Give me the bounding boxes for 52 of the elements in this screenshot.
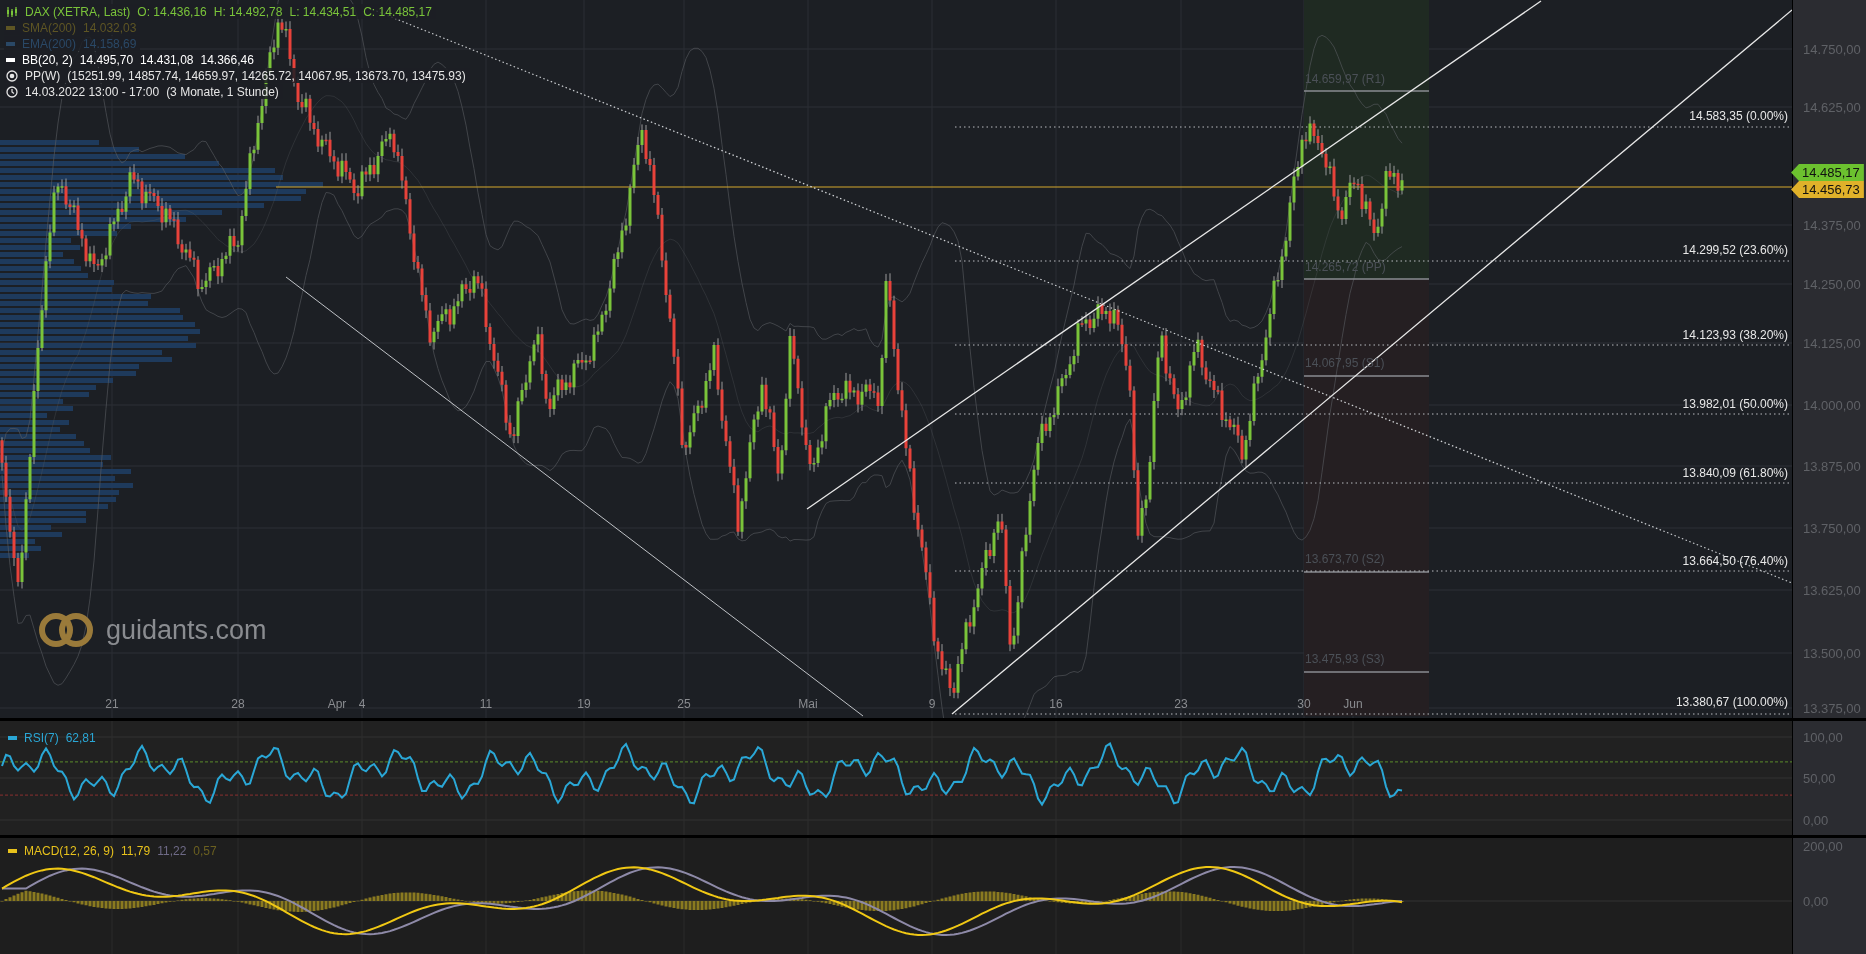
legend-value: 11,79	[121, 844, 151, 858]
legend-value: H: 14.492,78	[213, 4, 283, 19]
legend-value: 0,57	[193, 844, 217, 858]
clock-icon	[6, 85, 18, 98]
bar-chart-icon	[6, 5, 18, 18]
time-axis-label: Jun	[1343, 697, 1363, 711]
legend-swatch	[8, 849, 17, 853]
price-tag: 14.485,17	[1791, 164, 1864, 181]
time-axis-label: Mai	[798, 697, 818, 711]
time-axis-label: 21	[105, 697, 119, 711]
legend-value: L: 14.434,51	[289, 4, 357, 19]
time-axis-label: 23	[1174, 697, 1188, 711]
legend-name: EMA(200)	[22, 36, 77, 51]
legend-name: SMA(200)	[22, 20, 77, 35]
legend-name: BB(20, 2)	[22, 52, 73, 67]
legend-swatch	[8, 736, 17, 740]
legend-value: C: 14.485,17	[363, 4, 432, 19]
legend-name: PP(W)	[25, 68, 61, 83]
legend-value: 14.158,69	[83, 36, 137, 51]
price-tag: 14.456,73	[1791, 181, 1864, 198]
legend-name: DAX (XETRA, Last)	[25, 4, 131, 19]
legend-name: 14.03.2022 13:00 - 17:00	[25, 84, 160, 99]
fibonacci-level-label: 14.123,93 (38.20%)	[1682, 328, 1788, 342]
time-axis-label: 30	[1297, 697, 1311, 711]
time-axis-label: 19	[577, 697, 591, 711]
legend-value: (15251.99, 14857.74, 14659.97, 14265.72, 14067.95, 13673.70, 13475.93)	[67, 68, 466, 83]
logo-icon	[38, 612, 94, 648]
time-axis-label: 28	[231, 697, 245, 711]
fibonacci-level-label: 14.299,52 (23.60%)	[1682, 243, 1788, 257]
legend-name: RSI(7)	[24, 731, 59, 745]
time-axis-label: 16	[1049, 697, 1063, 711]
time-axis-label: 9	[928, 697, 936, 711]
legend-value: 14.431,08	[140, 52, 194, 67]
legend-value: 14.366,46	[200, 52, 254, 67]
fibonacci-level-label: 13.380,67 (100.00%)	[1675, 695, 1788, 709]
legend-value: 11,22	[157, 844, 187, 858]
legend-value: 62,81	[65, 731, 96, 745]
target-icon	[6, 69, 18, 82]
fibonacci-level-label: 14.583,35 (0.00%)	[1689, 109, 1788, 123]
logo-text: guidants.com	[106, 614, 267, 646]
fibonacci-level-label: 13.982,01 (50.00%)	[1682, 397, 1788, 411]
legend-name: MACD(12, 26, 9)	[24, 844, 115, 858]
time-axis-label: 25	[677, 697, 691, 711]
time-axis-label: 11	[479, 697, 493, 711]
legend-value: (3 Monate, 1 Stunde)	[166, 84, 279, 99]
legend-value: O: 14.436,16	[137, 4, 207, 19]
time-axis-label: Apr	[327, 697, 347, 711]
fibonacci-level-label: 13.664,50 (76.40%)	[1682, 554, 1788, 568]
time-axis-label: 4	[358, 697, 366, 711]
fibonacci-level-label: 13.840,09 (61.80%)	[1682, 466, 1788, 480]
legend-value: 14.032,03	[83, 20, 137, 35]
legend-value: 14.495,70	[79, 52, 134, 67]
